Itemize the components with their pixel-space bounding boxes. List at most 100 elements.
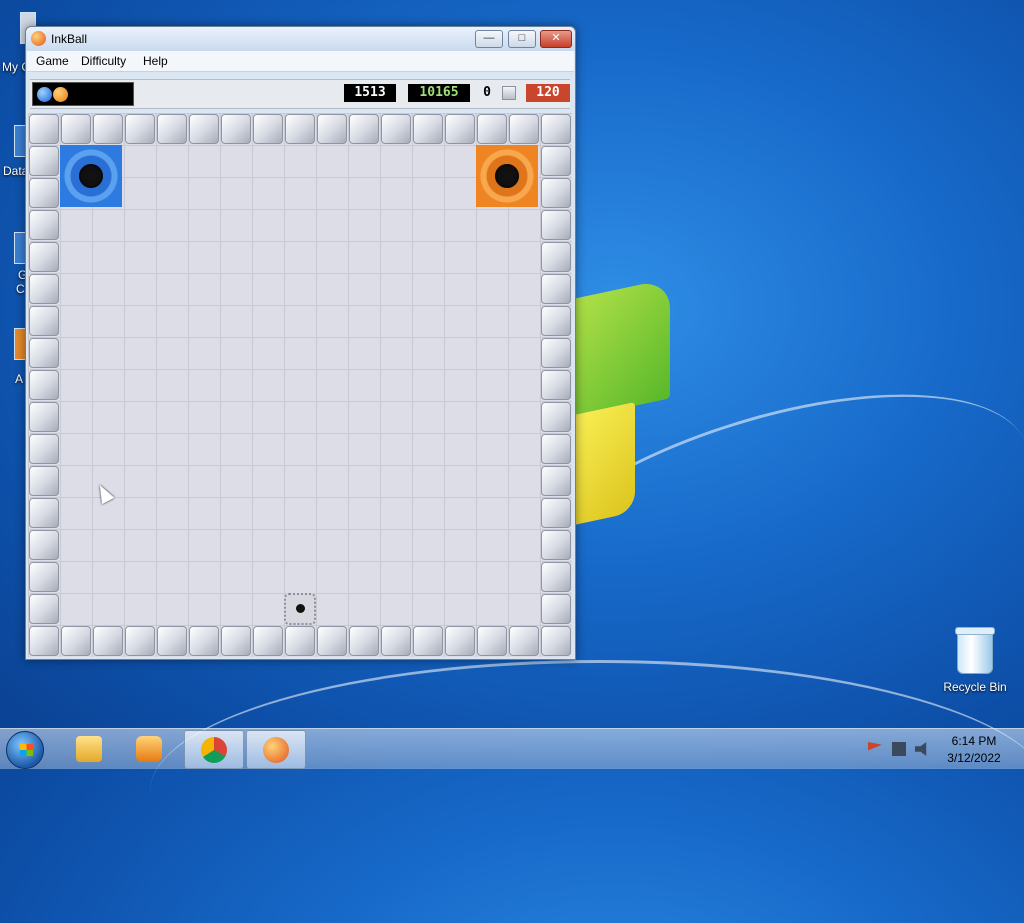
wall-block xyxy=(125,626,155,656)
taskbar-explorer[interactable] xyxy=(60,730,118,767)
wall-block xyxy=(349,114,379,144)
menu-game[interactable]: Game xyxy=(36,54,69,68)
chrome-icon xyxy=(201,737,227,763)
wall-block xyxy=(29,146,59,176)
taskbar-inkball[interactable] xyxy=(246,730,306,769)
recycle-bin[interactable]: Recycle Bin xyxy=(940,627,1010,694)
inkball-icon xyxy=(263,737,289,763)
title-bar[interactable]: InkBall — □ ✕ xyxy=(26,27,575,51)
folder-icon xyxy=(76,736,102,762)
wall-block xyxy=(157,626,187,656)
inkball-app-icon xyxy=(31,31,46,46)
menu-bar: Game Difficulty Help xyxy=(27,51,574,72)
window-title: InkBall xyxy=(51,32,88,46)
status-bar: 1513 10165 0 120 xyxy=(30,79,570,109)
menu-help[interactable]: Help xyxy=(143,54,168,68)
ball-queue xyxy=(32,82,134,106)
wall-block xyxy=(61,114,91,144)
wall-block xyxy=(189,626,219,656)
wall-block xyxy=(29,466,59,496)
wall-block xyxy=(317,626,347,656)
wall-block xyxy=(445,626,475,656)
taskbar xyxy=(0,728,1024,769)
system-clock[interactable]: 6:14 PM 3/12/2022 xyxy=(936,733,1012,767)
clock-date: 3/12/2022 xyxy=(947,751,1001,765)
wall-block xyxy=(29,178,59,208)
timer-display: 120 xyxy=(526,84,570,102)
ball-spawner xyxy=(284,593,316,625)
taskbar-media-player[interactable] xyxy=(120,730,178,767)
orange-hole xyxy=(476,145,538,207)
score-display: 1513 xyxy=(344,84,396,102)
wall-block xyxy=(541,594,571,624)
wall-block xyxy=(285,626,315,656)
menu-difficulty[interactable]: Difficulty xyxy=(81,54,126,68)
queued-ball-orange xyxy=(53,87,68,102)
wall-block xyxy=(509,114,539,144)
network-icon[interactable] xyxy=(892,742,906,756)
wall-block xyxy=(29,402,59,432)
wall-block xyxy=(29,498,59,528)
wall-block xyxy=(541,338,571,368)
wall-block xyxy=(541,626,571,656)
wall-block xyxy=(541,434,571,464)
maximize-button[interactable]: □ xyxy=(508,30,536,48)
inkball-window: InkBall — □ ✕ Game Difficulty Help 1513 … xyxy=(25,26,576,660)
recycle-bin-icon xyxy=(955,627,995,674)
wall-block xyxy=(381,626,411,656)
desktop-icon-label: A xyxy=(15,372,24,386)
wall-block xyxy=(541,114,571,144)
wall-block xyxy=(541,402,571,432)
high-score-display: 10165 xyxy=(408,84,470,102)
wall-block xyxy=(509,626,539,656)
game-board[interactable] xyxy=(28,113,572,657)
wall-block xyxy=(29,530,59,560)
wall-block xyxy=(541,466,571,496)
close-button[interactable]: ✕ xyxy=(540,30,572,48)
wall-block xyxy=(29,114,59,144)
block-icon xyxy=(502,86,516,100)
wall-block xyxy=(253,114,283,144)
wall-block xyxy=(541,530,571,560)
windows-logo-icon xyxy=(20,744,33,756)
wall-block xyxy=(189,114,219,144)
wall-block xyxy=(317,114,347,144)
wall-block xyxy=(61,626,91,656)
wall-block xyxy=(29,306,59,336)
wall-block xyxy=(29,626,59,656)
media-player-icon xyxy=(136,736,162,762)
wall-block xyxy=(477,626,507,656)
wall-block xyxy=(93,626,123,656)
clock-time: 6:14 PM xyxy=(951,734,997,748)
wall-block xyxy=(29,594,59,624)
volume-icon[interactable] xyxy=(915,742,927,756)
wall-block xyxy=(221,114,251,144)
taskbar-chrome[interactable] xyxy=(184,730,244,769)
blocks-count: 0 xyxy=(483,85,491,100)
desktop-icon-label: C xyxy=(16,282,25,296)
wall-block xyxy=(29,274,59,304)
minimize-button[interactable]: — xyxy=(475,30,503,48)
wall-block xyxy=(413,626,443,656)
wall-block xyxy=(541,274,571,304)
recycle-bin-label: Recycle Bin xyxy=(943,680,1007,694)
wall-block xyxy=(349,626,379,656)
wallpaper-swoosh xyxy=(150,660,1024,923)
wall-block xyxy=(445,114,475,144)
wall-block xyxy=(253,626,283,656)
wall-block xyxy=(413,114,443,144)
wall-block xyxy=(541,498,571,528)
wall-block xyxy=(541,242,571,272)
wall-block xyxy=(93,114,123,144)
wall-block xyxy=(29,210,59,240)
wallpaper-logo-green xyxy=(560,278,670,422)
wall-block xyxy=(541,562,571,592)
wall-block xyxy=(157,114,187,144)
action-center-flag-icon[interactable] xyxy=(868,742,882,751)
wall-block xyxy=(541,210,571,240)
wall-block xyxy=(285,114,315,144)
start-button[interactable] xyxy=(6,731,44,769)
wall-block xyxy=(541,178,571,208)
wall-block xyxy=(29,370,59,400)
wall-block xyxy=(381,114,411,144)
